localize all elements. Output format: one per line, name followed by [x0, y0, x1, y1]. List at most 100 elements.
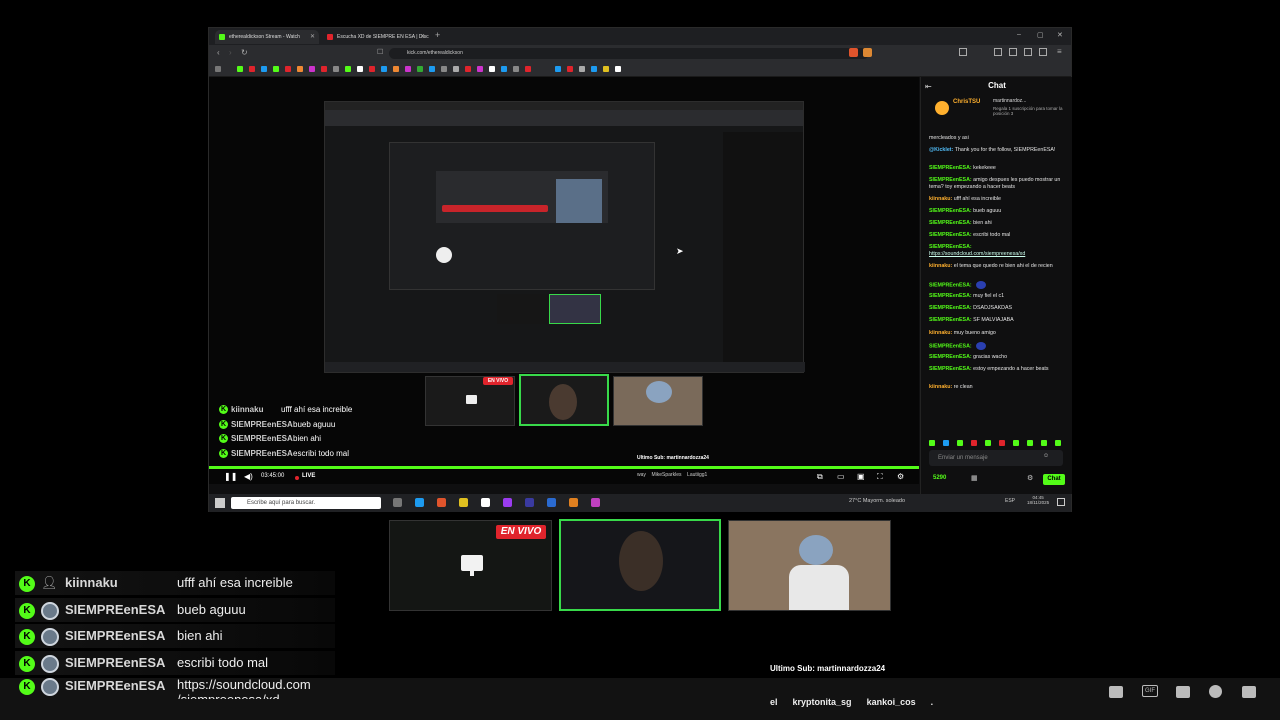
reload-icon[interactable]: ↻	[241, 48, 248, 57]
extension-icon[interactable]	[863, 48, 872, 57]
edge-icon[interactable]	[415, 498, 424, 507]
gift-icon[interactable]	[1109, 686, 1123, 698]
emote-icon[interactable]	[1055, 440, 1061, 446]
chat-username[interactable]: kiinnaku:	[929, 196, 952, 202]
premiere-icon[interactable]	[525, 498, 534, 507]
url-field[interactable]: kick.com/etherealdickson	[389, 48, 869, 59]
bookmark-icon[interactable]	[261, 66, 267, 72]
chat-username[interactable]: kiinnaku:	[929, 330, 952, 336]
playlist-icon[interactable]	[994, 48, 1002, 56]
chat-link[interactable]: https://soundcloud.com/siempreenesa/xd	[929, 251, 1025, 257]
reaction-icon[interactable]	[1176, 686, 1190, 698]
bookmark-icon[interactable]	[393, 66, 399, 72]
send-button[interactable]: Chat	[1043, 474, 1065, 485]
clock[interactable]: 04:45 18/11/2025	[1027, 495, 1049, 505]
bookmark-icon[interactable]	[309, 66, 315, 72]
pinned-other[interactable]: martinnardoz...	[993, 98, 1026, 104]
bookmark-icon[interactable]	[237, 66, 243, 72]
emoji-icon[interactable]	[1209, 685, 1222, 698]
bookmark-icon[interactable]	[477, 66, 483, 72]
chat-username[interactable]: kiinnaku:	[929, 384, 952, 390]
bookmark-icon[interactable]	[381, 66, 387, 72]
points-display[interactable]: 5290	[933, 475, 946, 481]
emote-icon[interactable]	[1041, 440, 1047, 446]
menu-icon[interactable]: ≡	[1057, 47, 1062, 56]
bookmark-icon[interactable]	[369, 66, 375, 72]
chat-username[interactable]: SIEMPREenESA:	[929, 293, 972, 299]
task-view-icon[interactable]	[393, 498, 402, 507]
new-tab-icon[interactable]: +	[435, 30, 440, 40]
tab-discord[interactable]: Escucha XD de SIEMPRE EN ESA | Disc ✕	[323, 30, 429, 44]
discord-icon[interactable]	[591, 498, 600, 507]
tab-kick[interactable]: etherealdickson Stream - Watch ✕	[215, 30, 319, 44]
forward-icon[interactable]: ›	[229, 48, 232, 57]
bookmark-icon[interactable]	[345, 66, 351, 72]
download-icon[interactable]	[1039, 48, 1047, 56]
close-icon[interactable]: ✕	[420, 30, 425, 44]
bookmark-icon[interactable]	[417, 66, 423, 72]
chat-username[interactable]: SIEMPREenESA:	[929, 343, 972, 349]
pause-icon[interactable]: ❚❚	[224, 472, 237, 481]
bookmark-icon[interactable]: ☐	[377, 48, 383, 56]
chat-username[interactable]: SIEMPREenESA:	[929, 317, 972, 323]
bookmark-icon[interactable]	[489, 66, 495, 72]
chat-username[interactable]: kiinnaku:	[929, 263, 952, 269]
windows-start-icon[interactable]	[215, 498, 225, 508]
sidebar-icon[interactable]	[959, 48, 967, 56]
chat-username[interactable]: SIEMPREenESA:	[929, 232, 972, 238]
bookmark-icon[interactable]	[405, 66, 411, 72]
weather[interactable]: 27°C Mayorm. soleado	[849, 498, 905, 504]
bookmark-icon[interactable]	[429, 66, 435, 72]
close-window-icon[interactable]: ✕	[1057, 31, 1063, 39]
chat-username[interactable]: @Kicklet:	[929, 147, 953, 153]
apps-icon[interactable]	[1242, 686, 1256, 698]
bookmark-icon[interactable]	[591, 66, 597, 72]
gif-icon[interactable]: GIF	[1142, 685, 1158, 697]
chat-username[interactable]: SIEMPREenESA:	[929, 244, 972, 250]
clip-icon[interactable]: ⧉	[817, 472, 823, 482]
chat-username[interactable]: SIEMPREenESA:	[929, 282, 972, 288]
chat-username[interactable]: SIEMPREenESA:	[929, 177, 972, 183]
back-icon[interactable]: ‹	[217, 48, 220, 57]
bookmark-icon[interactable]	[357, 66, 363, 72]
fl-studio-icon[interactable]	[569, 498, 578, 507]
emote-icon[interactable]	[929, 440, 935, 446]
bookmark-icon[interactable]	[297, 66, 303, 72]
bookmark-icon[interactable]	[525, 66, 531, 72]
emote-icon[interactable]	[999, 440, 1005, 446]
emote-icon[interactable]	[1027, 440, 1033, 446]
pinned-user[interactable]: ChrisTSU	[953, 99, 980, 105]
photoshop-icon[interactable]	[547, 498, 556, 507]
chat-username[interactable]: SIEMPREenESA:	[929, 165, 972, 171]
chat-username[interactable]: SIEMPREenESA:	[929, 305, 972, 311]
bookmark-icon[interactable]	[567, 66, 573, 72]
apps-icon[interactable]	[215, 66, 221, 72]
chat-username[interactable]: SIEMPREenESA:	[929, 208, 972, 214]
bookmark-icon[interactable]	[333, 66, 339, 72]
chat-username[interactable]: SIEMPREenESA:	[929, 354, 972, 360]
minimize-icon[interactable]: –	[1017, 31, 1021, 38]
video-player[interactable]: EN VIVO Kkiinnaku ufff ahí esa increible …	[209, 77, 919, 484]
bookmark-icon[interactable]	[453, 66, 459, 72]
maximize-icon[interactable]: ▢	[1037, 31, 1044, 39]
bookmark-icon[interactable]	[321, 66, 327, 72]
bookmark-icon[interactable]	[249, 66, 255, 72]
bookmark-icon[interactable]	[285, 66, 291, 72]
store-icon[interactable]	[481, 498, 490, 507]
settings-icon[interactable]: ⚙	[1027, 474, 1033, 482]
bookmark-icon[interactable]	[579, 66, 585, 72]
volume-icon[interactable]: ◀)	[244, 472, 253, 481]
emote-icon[interactable]	[971, 440, 977, 446]
folder-icon[interactable]	[459, 498, 468, 507]
emote-icon[interactable]	[985, 440, 991, 446]
split-view-icon[interactable]	[1009, 48, 1017, 56]
bookmark-icon[interactable]	[513, 66, 519, 72]
emote-icon[interactable]	[1013, 440, 1019, 446]
emoji-icon[interactable]: ☺	[1043, 453, 1049, 459]
bookmark-icon[interactable]	[615, 66, 621, 72]
fullscreen-icon[interactable]: ⛶	[877, 472, 883, 482]
bookmark-icon[interactable]	[555, 66, 561, 72]
chat-username[interactable]: SIEMPREenESA:	[929, 366, 972, 372]
settings-icon[interactable]: ⚙	[897, 472, 904, 481]
brave-shield-icon[interactable]	[849, 48, 858, 57]
